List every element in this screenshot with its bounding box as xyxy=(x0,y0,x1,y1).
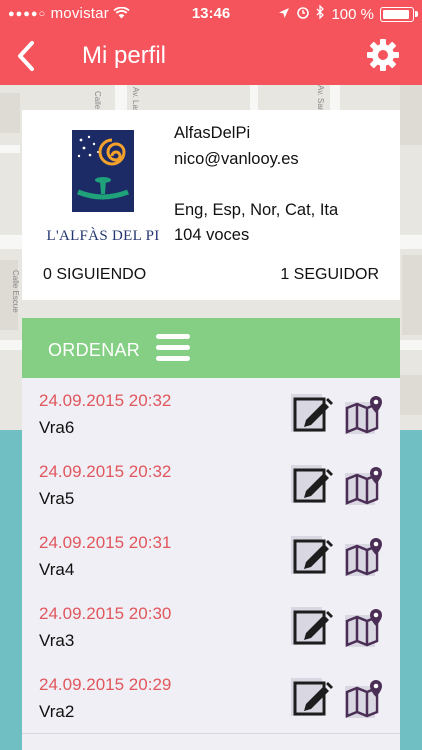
routes-list[interactable]: 24.09.2015 20:32 Vra6 24.09.2015 20:32 V… xyxy=(22,378,400,750)
edit-icon xyxy=(291,678,333,716)
profile-username: AlfasDelPi xyxy=(174,124,251,142)
edit-button[interactable] xyxy=(291,607,333,647)
route-name: Vra5 xyxy=(39,489,75,508)
edit-icon xyxy=(291,465,333,503)
map-button[interactable] xyxy=(345,678,385,718)
page-title: Mi perfil xyxy=(82,42,167,69)
battery-percent: 100 % xyxy=(331,5,374,23)
map-pin-icon xyxy=(345,396,382,434)
route-name: Vra4 xyxy=(39,560,75,579)
map-label: Calle Escue xyxy=(11,270,20,313)
list-item[interactable]: 24.09.2015 20:29 Vra2 xyxy=(22,662,400,734)
profile-languages: Eng, Esp, Nor, Cat, Ita xyxy=(174,201,339,219)
nav-bar: Mi perfil xyxy=(0,30,422,85)
profile-card: L'ALFÀS DEL PI AlfasDelPi nico@vanlooy.e… xyxy=(22,110,400,300)
map-pin-icon xyxy=(345,538,382,576)
profile-logo: L'ALFÀS DEL PI xyxy=(42,124,164,252)
app-header: ●●●●○ movistar 13:46 100 % Mi perfil xyxy=(0,0,422,85)
list-item[interactable]: 24.09.2015 20:32 Vra6 xyxy=(22,378,400,450)
following-count[interactable]: 0 SIGUIENDO xyxy=(43,266,146,284)
route-name: Vra3 xyxy=(39,631,75,650)
map-pin-icon xyxy=(345,609,382,647)
map-pin-icon xyxy=(345,467,382,505)
logo-text: L'ALFÀS DEL PI xyxy=(46,228,160,244)
edit-icon xyxy=(291,536,333,574)
bluetooth-icon xyxy=(316,4,325,23)
followers-count[interactable]: 1 SEGUIDOR xyxy=(280,266,379,284)
edit-button[interactable] xyxy=(291,678,333,718)
edit-icon xyxy=(291,394,333,432)
back-button[interactable] xyxy=(8,36,44,76)
list-item[interactable]: 24.09.2015 20:32 Vra5 xyxy=(22,449,400,521)
edit-button[interactable] xyxy=(291,394,333,434)
chevron-left-icon xyxy=(18,41,34,71)
profile-voices: 104 voces xyxy=(174,226,250,244)
sort-bar[interactable]: ORDENAR xyxy=(22,318,400,378)
logo-emblem xyxy=(72,130,134,212)
status-right: 100 % xyxy=(278,4,418,23)
edit-icon xyxy=(291,607,333,645)
map-button[interactable] xyxy=(345,607,385,647)
settings-button[interactable] xyxy=(364,36,402,74)
sort-label: ORDENAR xyxy=(48,340,141,360)
map-pin-icon xyxy=(345,680,382,718)
status-bar: ●●●●○ movistar 13:46 100 % xyxy=(0,0,422,28)
route-name: Vra6 xyxy=(39,418,75,437)
map-button[interactable] xyxy=(345,465,385,505)
list-item[interactable]: 24.09.2015 20:31 Vra4 xyxy=(22,520,400,592)
edit-button[interactable] xyxy=(291,465,333,505)
map-button[interactable] xyxy=(345,536,385,576)
hamburger-menu-icon[interactable] xyxy=(156,334,190,362)
gear-icon xyxy=(367,39,399,71)
location-arrow-icon xyxy=(278,6,290,23)
route-name: Vra2 xyxy=(39,702,75,721)
route-date: 24.09.2015 20:29 xyxy=(39,675,172,694)
route-date: 24.09.2015 20:32 xyxy=(39,391,172,410)
list-item[interactable]: 24.09.2015 20:30 Vra3 xyxy=(22,591,400,663)
alarm-icon xyxy=(296,5,310,23)
map-button[interactable] xyxy=(345,394,385,434)
battery-icon xyxy=(380,6,418,22)
route-date: 24.09.2015 20:31 xyxy=(39,533,172,552)
edit-button[interactable] xyxy=(291,536,333,576)
profile-email: nico@vanlooy.es xyxy=(174,150,299,168)
route-date: 24.09.2015 20:30 xyxy=(39,604,172,623)
route-date: 24.09.2015 20:32 xyxy=(39,462,172,481)
